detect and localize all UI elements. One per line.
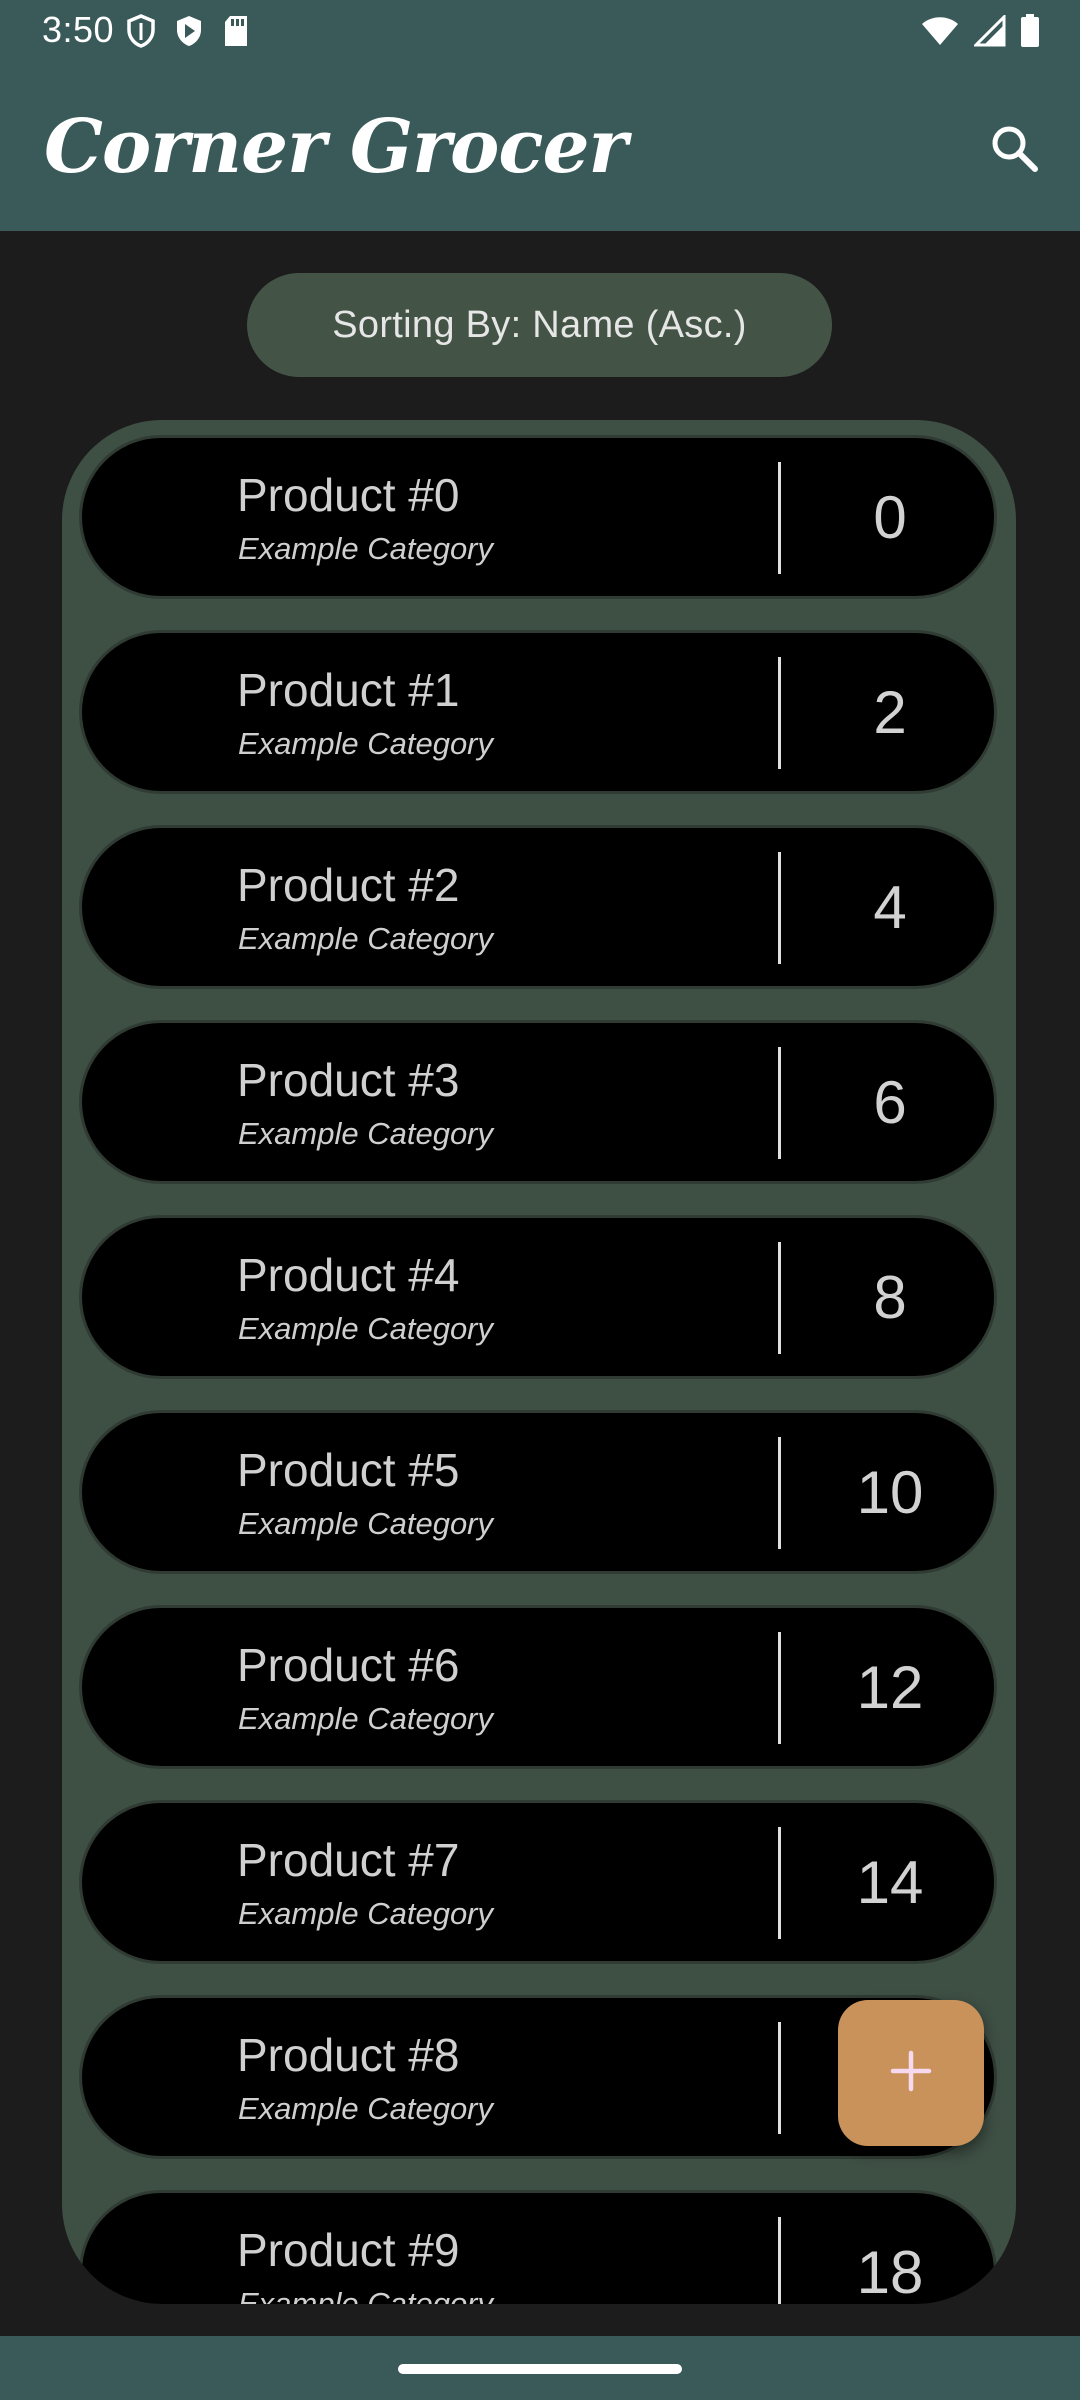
status-notification-icons xyxy=(126,12,250,50)
product-name: Product #8 xyxy=(237,2029,460,2081)
home-gesture-handle[interactable] xyxy=(398,2364,682,2374)
product-category: Example Category xyxy=(238,1116,494,1151)
product-category: Example Category xyxy=(238,726,494,761)
product-category: Example Category xyxy=(238,921,494,956)
product-name: Product #9 xyxy=(237,2224,460,2276)
item-divider xyxy=(778,462,781,574)
product-name: Product #2 xyxy=(237,859,460,911)
add-product-button[interactable] xyxy=(838,2000,984,2146)
product-quantity: 14 xyxy=(856,1848,924,1916)
search-button[interactable] xyxy=(978,114,1050,186)
product-quantity: 18 xyxy=(856,2238,924,2305)
product-category: Example Category xyxy=(238,1701,494,1736)
item-divider xyxy=(778,657,781,769)
product-item[interactable]: Product #2 Example Category 4 xyxy=(79,825,997,989)
product-quantity: 8 xyxy=(873,1263,907,1331)
product-category: Example Category xyxy=(238,2286,494,2304)
product-quantity: 6 xyxy=(873,1068,907,1136)
product-item[interactable]: Product #9 Example Category 18 xyxy=(79,2190,997,2304)
item-divider xyxy=(778,1047,781,1159)
product-item[interactable]: Product #7 Example Category 14 xyxy=(79,1800,997,1964)
product-quantity: 10 xyxy=(856,1458,924,1526)
product-quantity: 2 xyxy=(873,678,907,746)
battery-icon xyxy=(1020,14,1040,48)
product-category: Example Category xyxy=(238,2091,494,2126)
product-category: Example Category xyxy=(238,1311,494,1346)
app-bar: Corner Grocer xyxy=(0,62,1080,231)
item-divider xyxy=(778,2022,781,2134)
product-item[interactable]: Product #0 Example Category 0 xyxy=(79,435,997,599)
product-category: Example Category xyxy=(238,1896,494,1931)
product-item[interactable]: Product #5 Example Category 10 xyxy=(79,1410,997,1574)
product-quantity: 4 xyxy=(873,873,907,941)
signal-icon xyxy=(974,15,1006,47)
item-divider xyxy=(778,1632,781,1744)
product-item[interactable]: Product #4 Example Category 8 xyxy=(79,1215,997,1379)
item-divider xyxy=(778,2217,781,2304)
status-time: 3:50 xyxy=(42,9,115,50)
sort-chip[interactable]: Sorting By: Name (Asc.) xyxy=(247,273,832,377)
product-item[interactable]: Product #6 Example Category 12 xyxy=(79,1605,997,1769)
product-item[interactable]: Product #3 Example Category 6 xyxy=(79,1020,997,1184)
product-quantity: 12 xyxy=(856,1653,924,1721)
product-item[interactable]: Product #1 Example Category 2 xyxy=(79,630,997,794)
status-bar: 3:50 xyxy=(0,0,1080,62)
app-title: Corner Grocer xyxy=(44,104,628,190)
product-name: Product #0 xyxy=(237,469,460,521)
status-system-icons xyxy=(920,12,1040,50)
wifi-icon xyxy=(920,15,960,47)
search-icon xyxy=(988,122,1040,179)
play-badge-icon xyxy=(174,14,204,48)
sd-card-icon xyxy=(222,14,250,48)
navigation-bar xyxy=(0,2336,1080,2400)
product-category: Example Category xyxy=(238,1506,494,1541)
shield-icon xyxy=(126,14,156,48)
product-category: Example Category xyxy=(238,531,494,566)
product-name: Product #6 xyxy=(237,1639,460,1691)
item-divider xyxy=(778,1827,781,1939)
product-quantity: 0 xyxy=(873,483,907,551)
item-divider xyxy=(778,1437,781,1549)
product-name: Product #7 xyxy=(237,1834,460,1886)
product-name: Product #1 xyxy=(237,664,460,716)
product-name: Product #5 xyxy=(237,1444,460,1496)
product-name: Product #3 xyxy=(237,1054,460,1106)
plus-icon xyxy=(889,2049,933,2098)
item-divider xyxy=(778,852,781,964)
product-name: Product #4 xyxy=(237,1249,460,1301)
item-divider xyxy=(778,1242,781,1354)
